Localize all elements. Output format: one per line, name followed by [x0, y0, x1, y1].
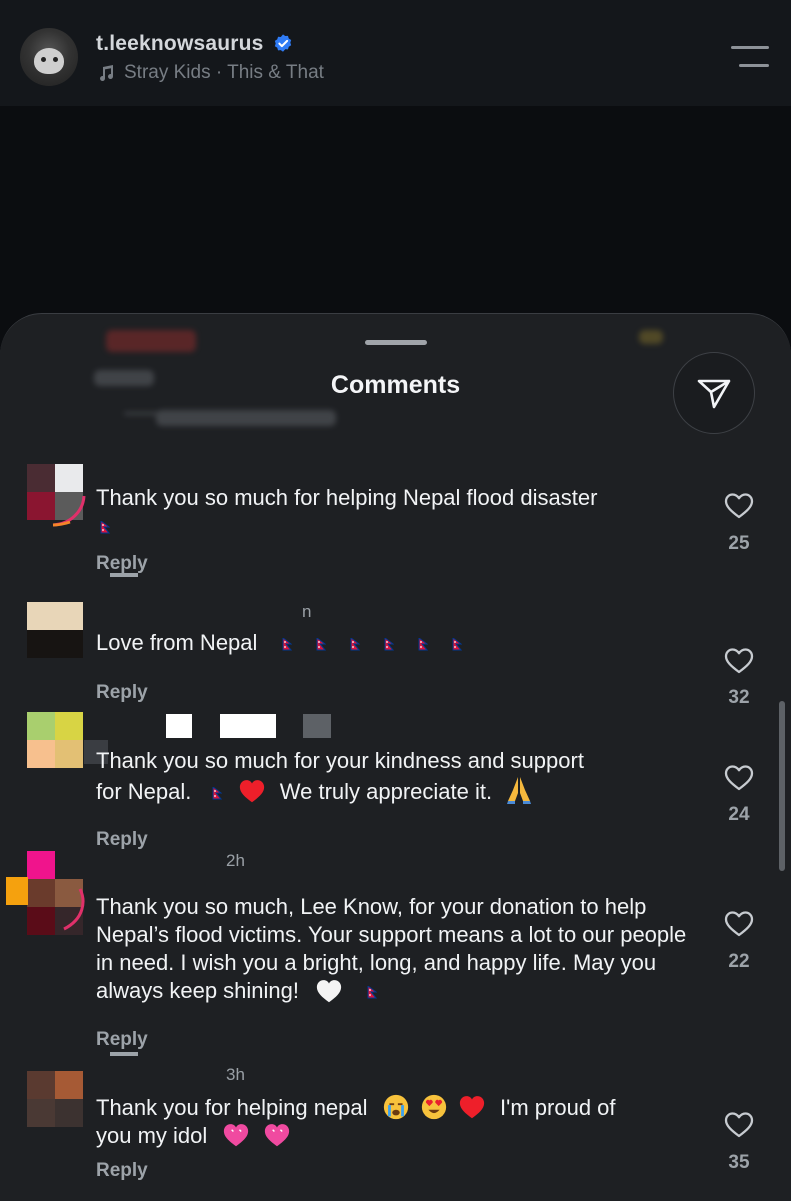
verified-badge-icon	[274, 34, 291, 52]
comment-body-line2: for Nepal.	[96, 779, 192, 804]
reply-button[interactable]: Reply	[96, 829, 148, 851]
like-heart-icon[interactable]	[723, 908, 755, 940]
sheet-grab-handle[interactable]	[365, 340, 427, 345]
comment-body: Thank you so much for helping Nepal floo…	[96, 485, 598, 510]
audio-track[interactable]: Stray Kids · This & That	[96, 62, 324, 84]
username[interactable]: t.leeknowsaurus	[96, 32, 264, 56]
redaction-block	[166, 714, 192, 738]
commenter-avatar[interactable]	[27, 602, 83, 658]
like-count: 35	[728, 1152, 750, 1173]
reply-button[interactable]: Reply	[96, 1160, 148, 1182]
red-heart-icon	[239, 780, 264, 803]
heart-eyes-icon	[421, 1094, 446, 1120]
reply-button[interactable]: Reply	[96, 682, 148, 704]
like-heart-icon[interactable]	[723, 762, 755, 794]
comment-timestamp: n	[302, 602, 312, 621]
story-ring	[52, 495, 86, 527]
comment-body-part2: I'm proud of	[500, 1095, 616, 1120]
redaction-block	[27, 851, 55, 879]
comment-body-line1: Thank you so much for your kindness and …	[96, 748, 584, 773]
comment-body: Love from Nepal	[96, 630, 258, 655]
nepal-flag-icon	[367, 985, 378, 999]
redaction-block	[220, 714, 276, 738]
nepal-flag-icon	[100, 520, 110, 534]
redaction-block	[303, 714, 331, 738]
like-count: 24	[728, 804, 750, 825]
nepal-flag-icon	[212, 786, 222, 800]
red-heart-icon	[459, 1096, 485, 1119]
comments-sheet: Thank you so much for helping Nepal floo…	[0, 313, 791, 1201]
reply-button[interactable]: Reply	[96, 553, 148, 575]
comment-timestamp: 3h	[226, 1065, 245, 1084]
like-heart-icon[interactable]	[723, 645, 755, 677]
commenter-avatar[interactable]	[27, 1071, 83, 1127]
nepal-flag-icon	[452, 637, 462, 651]
like-count: 22	[728, 951, 750, 972]
redaction-bar	[110, 573, 138, 577]
comment-list: Thank you so much for helping Nepal floo…	[0, 314, 791, 1201]
comment-body-line2b: We truly appreciate it.	[279, 779, 493, 804]
comment-timestamp: 2h	[226, 851, 245, 870]
comment-text: Thank you so much for helping Nepal floo…	[96, 484, 696, 540]
username-row[interactable]: t.leeknowsaurus	[96, 32, 294, 56]
folded-hands-icon	[507, 777, 532, 804]
comment-body: Thank you so much, Lee Know, for your do…	[96, 894, 687, 1003]
white-heart-icon	[317, 980, 342, 1003]
like-count: 32	[728, 687, 750, 708]
redaction-block	[6, 877, 28, 905]
like-count: 25	[728, 533, 750, 554]
reply-button[interactable]: Reply	[96, 1029, 148, 1051]
share-button[interactable]	[673, 352, 755, 434]
comment-text: Thank you for helping nepal I'm proud of…	[96, 1093, 696, 1150]
scrollbar[interactable]	[779, 701, 785, 871]
nepal-flag-icon	[282, 637, 292, 651]
avatar-eye	[53, 57, 58, 62]
post-header: t.leeknowsaurus Stray Kids · This & That	[0, 0, 791, 106]
menu-icon[interactable]	[731, 46, 769, 68]
music-note-icon	[100, 65, 113, 81]
send-icon	[697, 379, 731, 409]
comment-text: Love from Nepal	[96, 629, 696, 657]
nepal-flag-icon	[418, 637, 428, 651]
redaction-bar	[110, 1052, 138, 1056]
avatar-eye	[41, 57, 46, 62]
nepal-flag-icon	[350, 637, 360, 651]
nepal-flag-icon	[384, 637, 394, 651]
pink-heart-icon	[264, 1124, 289, 1147]
comment-text: Thank you so much, Lee Know, for your do…	[96, 893, 691, 1005]
comment-text: Thank you so much for your kindness and …	[96, 747, 716, 806]
pink-heart-icon	[224, 1124, 249, 1147]
avatar-face	[34, 48, 64, 74]
profile-avatar[interactable]	[20, 28, 78, 86]
comment-body-part3: you my idol	[96, 1123, 208, 1148]
nepal-flag-icon	[316, 637, 326, 651]
like-heart-icon[interactable]	[723, 490, 755, 522]
like-heart-icon[interactable]	[723, 1109, 755, 1141]
story-ring	[63, 888, 85, 931]
comment-body-part1: Thank you for helping nepal	[96, 1095, 368, 1120]
audio-title: Stray Kids · This & That	[124, 62, 324, 83]
commenter-avatar[interactable]	[27, 712, 83, 768]
crying-face-icon	[383, 1094, 408, 1120]
